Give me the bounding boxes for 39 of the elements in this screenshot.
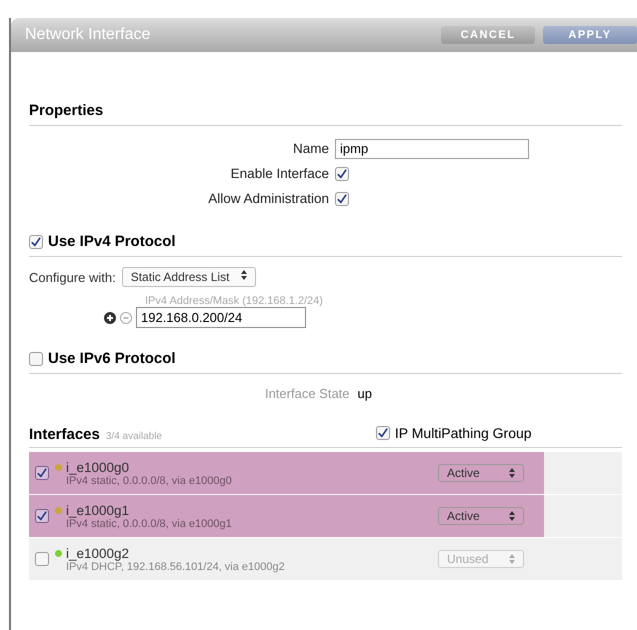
configure-dropdown[interactable]: Static Address List (122, 267, 256, 287)
checkbox-label: IP MultiPathing Group (394, 425, 532, 441)
interface-detail: IPv4 static, 0.0.0.0/8, via e1000g0 (66, 474, 233, 486)
window-title: Network Interface (25, 26, 152, 44)
section-heading: Properties (29, 102, 104, 119)
mode-dropdown[interactable]: Active (438, 464, 524, 482)
section-heading: Use IPv6 Protocol (48, 350, 176, 367)
field-label: Enable Interface (230, 166, 329, 181)
field-label: Interface State (264, 386, 350, 401)
stepper-arrows-icon (509, 511, 515, 521)
field-hint: IPv4 Address/Mask (192.168.1.2/24) (145, 295, 324, 307)
checkbox[interactable] (29, 234, 43, 248)
interface-name: i_e1000g1 (66, 502, 130, 518)
checkbox[interactable] (335, 166, 349, 180)
address-field[interactable]: 192.168.0.200/24 (136, 307, 306, 328)
checkbox[interactable] (335, 192, 349, 206)
interface-name: i_e1000g2 (66, 546, 130, 560)
section-heading: Interfaces (29, 426, 100, 443)
stepper-arrows-icon (241, 270, 248, 280)
add-icon[interactable] (104, 312, 116, 324)
interface-detail: IPv4 static, 0.0.0.0/8, via e1000g1 (66, 518, 233, 530)
checkbox[interactable] (35, 509, 49, 523)
field-label: Configure with: (29, 270, 116, 284)
field-label: Name (292, 141, 329, 156)
stepper-arrows-icon (509, 554, 515, 564)
section-heading: Use IPv4 Protocol (48, 233, 176, 250)
checkbox[interactable] (35, 466, 49, 480)
name-field[interactable]: ipmp (335, 138, 529, 158)
mode-dropdown[interactable]: Active (438, 507, 524, 525)
interface-detail: IPv4 DHCP, 192.168.56.101/24, via e1000g2 (66, 560, 286, 572)
interface-row[interactable]: i_e1000g1 IPv4 static, 0.0.0.0/8, via e1000g1 Active (29, 495, 622, 538)
interface-row[interactable]: i_e1000g0 IPv4 static, 0.0.0.0/8, via e1000g0 Active (29, 452, 622, 495)
checkbox[interactable] (376, 426, 390, 440)
checkbox[interactable] (29, 352, 43, 366)
field-label: Allow Administration (207, 191, 329, 206)
available-count: 3/4 available (106, 431, 164, 442)
state-value: up (358, 386, 372, 401)
interface-name: i_e1000g0 (66, 460, 130, 474)
stepper-arrows-icon (509, 468, 515, 478)
